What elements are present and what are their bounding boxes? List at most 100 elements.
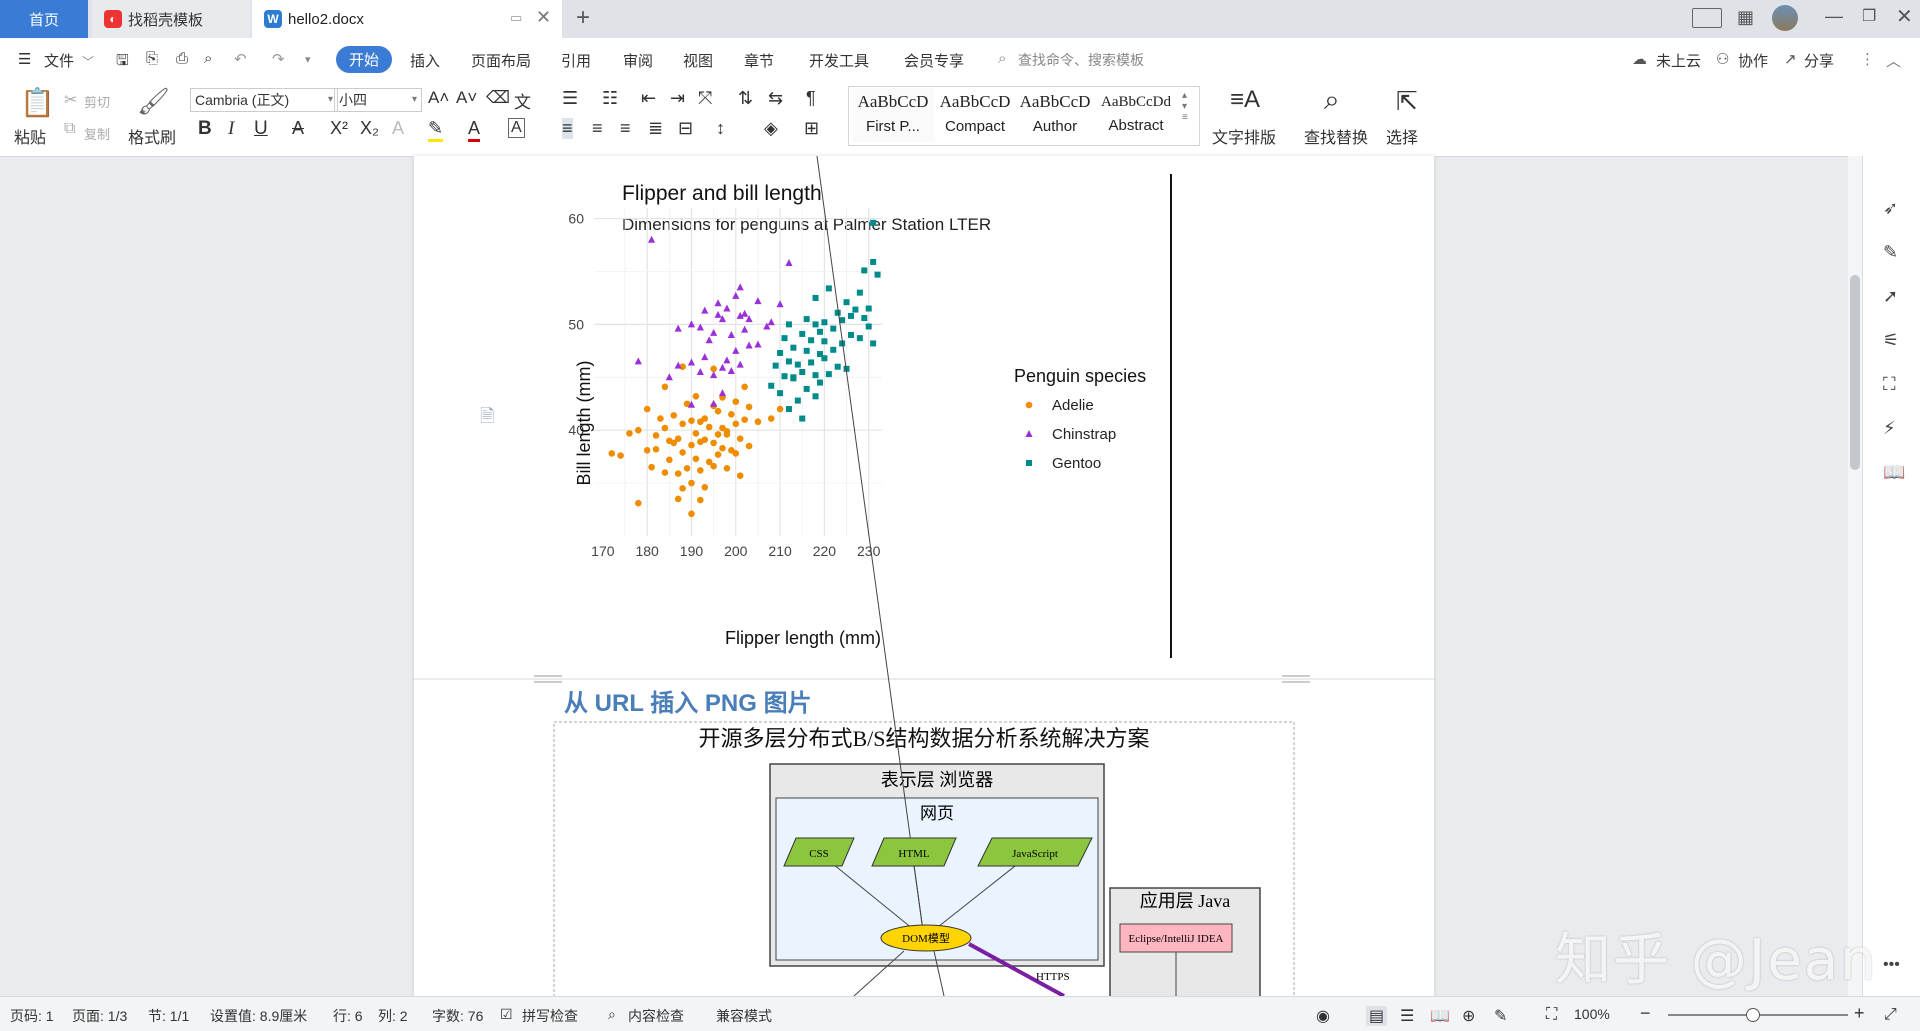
menu-page-layout[interactable]: 页面布局 xyxy=(471,50,531,71)
font-family-select[interactable]: Cambria (正文) ▾ xyxy=(190,88,338,112)
zoom-level[interactable]: 100% xyxy=(1574,1006,1610,1022)
increase-indent-icon[interactable]: ⇥ xyxy=(670,88,685,109)
pen-icon[interactable]: ✎ xyxy=(1883,242,1898,263)
status-words[interactable]: 字数: 76 xyxy=(432,1006,483,1026)
select-button[interactable]: 选择 xyxy=(1386,124,1418,148)
status-pages[interactable]: 页面: 1/3 xyxy=(72,1006,127,1026)
menu-section[interactable]: 章节 xyxy=(744,50,774,71)
align-left-icon[interactable]: ≡ xyxy=(562,118,573,139)
cut-button[interactable]: 剪切 xyxy=(84,92,110,111)
char-border-button[interactable]: A xyxy=(508,118,525,138)
eye-protect-icon[interactable]: ◉ xyxy=(1316,1006,1330,1026)
pin-icon[interactable]: ▭ xyxy=(510,10,522,26)
text-layout-icon[interactable]: ≡A xyxy=(1230,86,1260,114)
fullscreen-icon[interactable]: ⤢ xyxy=(1884,1006,1897,1024)
show-marks-icon[interactable]: ¶ xyxy=(806,88,816,109)
tab-document[interactable]: W hello2.docx ▭ ✕ xyxy=(252,0,562,38)
status-page[interactable]: 页码: 1 xyxy=(10,1006,54,1026)
zoom-out-icon[interactable]: − xyxy=(1640,1003,1651,1024)
rocket-icon[interactable]: ➶ xyxy=(1883,198,1898,219)
avatar[interactable] xyxy=(1772,5,1798,31)
quick-access-more-icon[interactable]: ▾ xyxy=(305,53,311,66)
spell-check-button[interactable]: 拼写检查 xyxy=(522,1006,578,1026)
save-icon[interactable]: 🖫 xyxy=(116,50,129,75)
paste-icon[interactable]: 📋 xyxy=(20,86,55,119)
print-icon[interactable]: ⎙ xyxy=(176,50,188,67)
select-cursor-icon[interactable]: ⇱ xyxy=(1396,86,1418,117)
cursor-icon[interactable]: ➚ xyxy=(1883,286,1898,307)
highlight-button[interactable]: ✎ xyxy=(428,118,444,142)
web-view-icon[interactable]: ⊕ xyxy=(1462,1006,1475,1026)
apps-grid-icon[interactable]: ▦ xyxy=(1737,7,1754,28)
sort-icon[interactable]: ⇅ xyxy=(738,88,753,109)
outline-view-icon[interactable]: ☰ xyxy=(1400,1006,1414,1026)
menu-member[interactable]: 会员专享 xyxy=(904,50,964,71)
menu-file[interactable]: 文件 xyxy=(44,50,74,71)
style-first-paragraph[interactable]: AaBbCcD First P... xyxy=(852,88,934,142)
undo-icon[interactable]: ↶ xyxy=(234,50,247,68)
fit-page-icon[interactable]: ⛶ xyxy=(1546,1006,1557,1024)
new-tab-button[interactable]: + xyxy=(576,4,590,32)
style-compact[interactable]: AaBbCcD Compact xyxy=(934,88,1016,142)
shrink-font-icon[interactable]: A˅ xyxy=(456,88,477,108)
copy-button[interactable]: 复制 xyxy=(84,124,110,143)
bullet-list-icon[interactable]: ☰ xyxy=(562,88,578,109)
reading-mode-icon[interactable] xyxy=(1692,8,1722,28)
borders-icon[interactable]: ⊞ xyxy=(804,118,819,139)
phonetic-icon[interactable]: 文 xyxy=(514,88,531,113)
menu-insert[interactable]: 插入 xyxy=(410,50,440,71)
image-tool-icon[interactable]: ⛶ xyxy=(1883,374,1896,395)
page-view-icon[interactable]: ▤ xyxy=(1366,1006,1388,1026)
align-center-icon[interactable]: ≡ xyxy=(592,118,603,139)
content-check-button[interactable]: 内容检查 xyxy=(628,1006,684,1026)
status-line[interactable]: 行: 6 xyxy=(333,1006,363,1026)
text-layout-button[interactable]: 文字排版 xyxy=(1212,124,1276,148)
more-icon[interactable]: ⋮ xyxy=(1860,50,1875,68)
bold-button[interactable]: B xyxy=(198,118,212,140)
numbered-list-icon[interactable]: ☷ xyxy=(602,88,618,109)
format-painter-icon[interactable]: 🖌 xyxy=(137,86,170,117)
shading-icon[interactable]: ◈ xyxy=(764,118,778,139)
search-icon[interactable]: ⌕ xyxy=(998,50,1006,67)
command-search-input[interactable]: 查找命令、搜索模板 xyxy=(1018,50,1144,70)
menu-references[interactable]: 引用 xyxy=(561,50,591,71)
restore-icon[interactable]: ❐ xyxy=(1862,6,1876,26)
status-section[interactable]: 节: 1/1 xyxy=(148,1006,189,1026)
italic-button[interactable]: I xyxy=(228,118,234,140)
subscript-button[interactable]: X₂ xyxy=(360,118,379,139)
clear-format-icon[interactable]: ⌫ xyxy=(486,88,510,108)
font-size-select[interactable]: 小四 ▾ xyxy=(334,88,422,112)
menu-review[interactable]: 审阅 xyxy=(623,50,653,71)
close-tab-icon[interactable]: ✕ xyxy=(536,7,551,28)
decrease-indent-icon[interactable]: ⇤ xyxy=(641,88,656,109)
style-abstract[interactable]: AaBbCcDd Abstract xyxy=(1096,88,1176,142)
text-effect-button[interactable]: A xyxy=(392,118,404,139)
chevron-down-icon[interactable]: ﹀ xyxy=(82,53,94,70)
status-setting[interactable]: 设置值: 8.9厘米 xyxy=(210,1006,307,1026)
share-button[interactable]: 分享 xyxy=(1804,50,1834,71)
text-direction-icon[interactable]: ⇆ xyxy=(768,88,783,109)
format-painter-button[interactable]: 格式刷 xyxy=(128,124,176,148)
more-tools-icon[interactable]: ••• xyxy=(1883,956,1900,974)
font-color-button[interactable]: A xyxy=(468,118,481,142)
redo-icon[interactable]: ↷ xyxy=(272,50,285,68)
status-col[interactable]: 列: 2 xyxy=(378,1006,408,1026)
collab-button[interactable]: 协作 xyxy=(1738,50,1768,71)
style-author[interactable]: AaBbCcD Author xyxy=(1016,88,1094,142)
line-spacing-icon[interactable]: ↕ xyxy=(716,118,725,139)
export-pdf-icon[interactable]: ⎘ xyxy=(146,50,158,67)
strikethrough-button[interactable]: A xyxy=(292,118,304,139)
menu-view[interactable]: 视图 xyxy=(683,50,713,71)
hamburger-icon[interactable]: ☰ xyxy=(18,50,31,68)
underline-button[interactable]: U xyxy=(254,118,268,140)
collapse-ribbon-icon[interactable]: ︿ xyxy=(1886,50,1901,71)
scrollbar-thumb[interactable] xyxy=(1850,275,1860,470)
book-search-icon[interactable]: 📖 xyxy=(1883,462,1905,483)
find-replace-icon[interactable]: ⌕ xyxy=(1324,84,1340,117)
tab-template[interactable]: ◐ 找稻壳模板 xyxy=(92,0,250,38)
distribute-icon[interactable]: ⊟ xyxy=(678,118,693,139)
grow-font-icon[interactable]: A˄ xyxy=(428,88,449,108)
find-replace-button[interactable]: 查找替换 xyxy=(1304,124,1368,148)
menu-start[interactable]: 开始 xyxy=(336,46,393,73)
superscript-button[interactable]: X² xyxy=(330,118,348,139)
